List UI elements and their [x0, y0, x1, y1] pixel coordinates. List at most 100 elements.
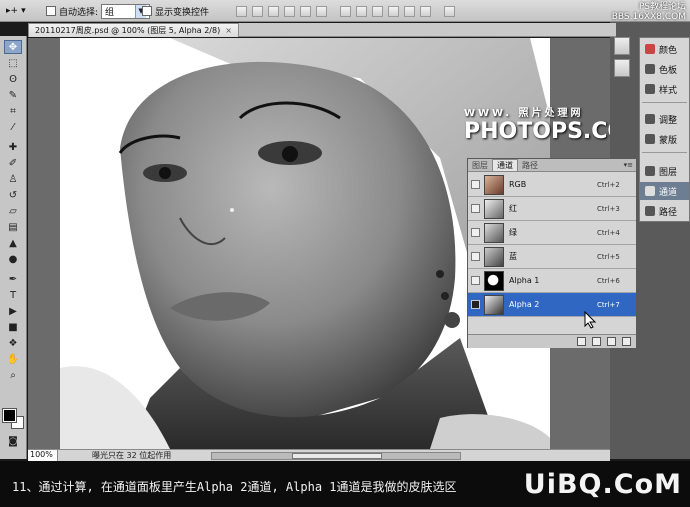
path-select-tool-icon[interactable]: ▶	[4, 304, 22, 318]
crop-tool-icon[interactable]: ⌗	[4, 104, 22, 118]
visibility-toggle[interactable]	[468, 173, 482, 197]
pen-tool-icon[interactable]: ✒	[4, 272, 22, 286]
auto-align-icon[interactable]	[444, 5, 455, 17]
channel-thumbnail	[484, 198, 504, 219]
quick-select-tool-icon[interactable]: ✎	[4, 88, 22, 102]
distribute-top-icon[interactable]	[340, 5, 351, 17]
channel-row-alpha1[interactable]: Alpha 1 Ctrl+6	[468, 269, 636, 293]
status-bar: 100% 曝光只在 32 位起作用	[28, 449, 610, 461]
tab-channels[interactable]: 通道	[492, 159, 518, 171]
history-panel-icon[interactable]	[614, 37, 630, 55]
dock-item-swatches[interactable]: 色板	[640, 60, 689, 78]
paths-icon	[645, 206, 655, 216]
visibility-toggle[interactable]	[468, 245, 482, 269]
site-tag-line1: PS教程论坛	[638, 2, 686, 12]
move-tool-icon[interactable]: ✥	[4, 40, 22, 54]
eye-icon	[470, 180, 480, 189]
site-tag-line2: BBS.16XX8.COM	[611, 12, 686, 22]
adjustments-icon	[645, 114, 655, 124]
delete-channel-icon[interactable]	[622, 337, 631, 346]
zoom-tool-icon[interactable]: ⌕	[4, 368, 22, 382]
dock-item-color[interactable]: 颜色	[640, 40, 689, 58]
distribute-bottom-icon[interactable]	[372, 5, 383, 17]
load-selection-icon[interactable]	[577, 337, 586, 346]
dock-item-styles[interactable]: 样式	[640, 80, 689, 98]
hand-tool-icon[interactable]: ✋	[4, 352, 22, 366]
auto-select-value: 组	[105, 7, 115, 18]
channel-row-alpha2[interactable]: Alpha 2 Ctrl+7	[468, 293, 636, 317]
layers-icon	[645, 166, 655, 176]
3d-rotate-tool-icon[interactable]: ❖	[4, 336, 22, 350]
channel-thumbnail	[484, 270, 504, 291]
eye-icon	[470, 252, 480, 261]
channels-panel: 图层 通道 路径 ▾≡ RGB Ctrl+2 红 Ctrl+3 绿 Ctrl+4…	[467, 158, 637, 348]
shape-tool-icon[interactable]: ■	[4, 320, 22, 334]
dock-item-label: 样式	[659, 85, 678, 96]
dock-item-layers[interactable]: 图层	[640, 162, 689, 180]
new-channel-icon[interactable]	[607, 337, 616, 346]
visibility-toggle[interactable]	[468, 293, 482, 317]
dock-item-paths[interactable]: 路径	[640, 202, 689, 220]
dock-item-channels[interactable]: 通道	[640, 182, 689, 200]
dock-item-label: 通道	[659, 187, 678, 198]
zoom-field[interactable]: 100%	[28, 450, 58, 461]
horizontal-scrollbar[interactable]	[211, 451, 462, 460]
clone-stamp-tool-icon[interactable]: ♙	[4, 172, 22, 186]
tab-layers[interactable]: 图层	[468, 159, 492, 171]
dodge-tool-icon[interactable]: ●	[4, 252, 22, 266]
eye-icon	[470, 204, 480, 213]
close-icon[interactable]: ×	[225, 26, 232, 35]
distribute-vcenter-icon[interactable]	[356, 5, 367, 17]
dock-item-label: 调整	[659, 115, 678, 126]
visibility-toggle[interactable]	[468, 221, 482, 245]
healing-brush-tool-icon[interactable]: ✚	[4, 140, 22, 154]
eraser-tool-icon[interactable]: ▱	[4, 204, 22, 218]
tab-paths[interactable]: 路径	[518, 159, 542, 171]
type-tool-icon[interactable]: T	[4, 288, 22, 302]
eye-icon	[470, 276, 480, 285]
lasso-tool-icon[interactable]: ʘ	[4, 72, 22, 86]
align-bottom-icon[interactable]	[268, 5, 279, 17]
channel-thumbnail	[484, 246, 504, 267]
align-vcenter-icon[interactable]	[252, 5, 263, 17]
dock-item-masks[interactable]: 蒙版	[640, 130, 689, 148]
channel-row-blue[interactable]: 蓝 Ctrl+5	[468, 245, 636, 269]
save-selection-icon[interactable]	[592, 337, 601, 346]
color-swatches[interactable]	[2, 408, 25, 429]
channel-shortcut: Ctrl+3	[597, 204, 620, 213]
align-right-icon[interactable]	[316, 5, 327, 17]
blur-tool-icon[interactable]: ▲	[4, 236, 22, 250]
visibility-toggle[interactable]	[468, 197, 482, 221]
channel-shortcut: Ctrl+6	[597, 276, 620, 285]
document-tab[interactable]: 20110217周皮.psd @ 100% (图层 5, Alpha 2/8) …	[28, 23, 239, 37]
align-hcenter-icon[interactable]	[300, 5, 311, 17]
distribute-right-icon[interactable]	[420, 5, 431, 17]
move-tool-preset[interactable]: ▸+ ▾	[6, 3, 26, 19]
tutorial-caption: 11、通过计算, 在通道面板里产生Alpha 2通道, Alpha 1通道是我做…	[0, 461, 690, 507]
panel-dock: 颜色 色板 样式 调整 蒙版 图层 通道 路径	[639, 37, 690, 222]
panel-menu-icon[interactable]: ▾≡	[624, 161, 633, 169]
quick-mask-icon[interactable]: ◙	[4, 434, 22, 448]
distribute-left-icon[interactable]	[388, 5, 399, 17]
auto-select-checkbox[interactable]	[46, 6, 56, 16]
auto-select-label: 自动选择:	[59, 7, 99, 18]
scrollbar-thumb[interactable]	[292, 452, 383, 459]
visibility-toggle[interactable]	[468, 269, 482, 293]
dock-item-label: 蒙版	[659, 135, 678, 146]
channel-row-rgb[interactable]: RGB Ctrl+2	[468, 173, 636, 197]
align-top-icon[interactable]	[236, 5, 247, 17]
brush-tool-icon[interactable]: ✐	[4, 156, 22, 170]
dock-item-adjustments[interactable]: 调整	[640, 110, 689, 128]
distribute-hcenter-icon[interactable]	[404, 5, 415, 17]
show-transform-checkbox[interactable]	[142, 6, 152, 16]
channel-row-red[interactable]: 红 Ctrl+3	[468, 197, 636, 221]
actions-panel-icon[interactable]	[614, 59, 630, 77]
channel-shortcut: Ctrl+5	[597, 252, 620, 261]
marquee-tool-icon[interactable]: ⬚	[4, 56, 22, 70]
channel-row-green[interactable]: 绿 Ctrl+4	[468, 221, 636, 245]
gradient-tool-icon[interactable]: ▤	[4, 220, 22, 234]
history-brush-tool-icon[interactable]: ↺	[4, 188, 22, 202]
align-left-icon[interactable]	[284, 5, 295, 17]
foreground-color-swatch[interactable]	[2, 408, 17, 423]
eyedropper-tool-icon[interactable]: ⁄	[4, 120, 22, 134]
